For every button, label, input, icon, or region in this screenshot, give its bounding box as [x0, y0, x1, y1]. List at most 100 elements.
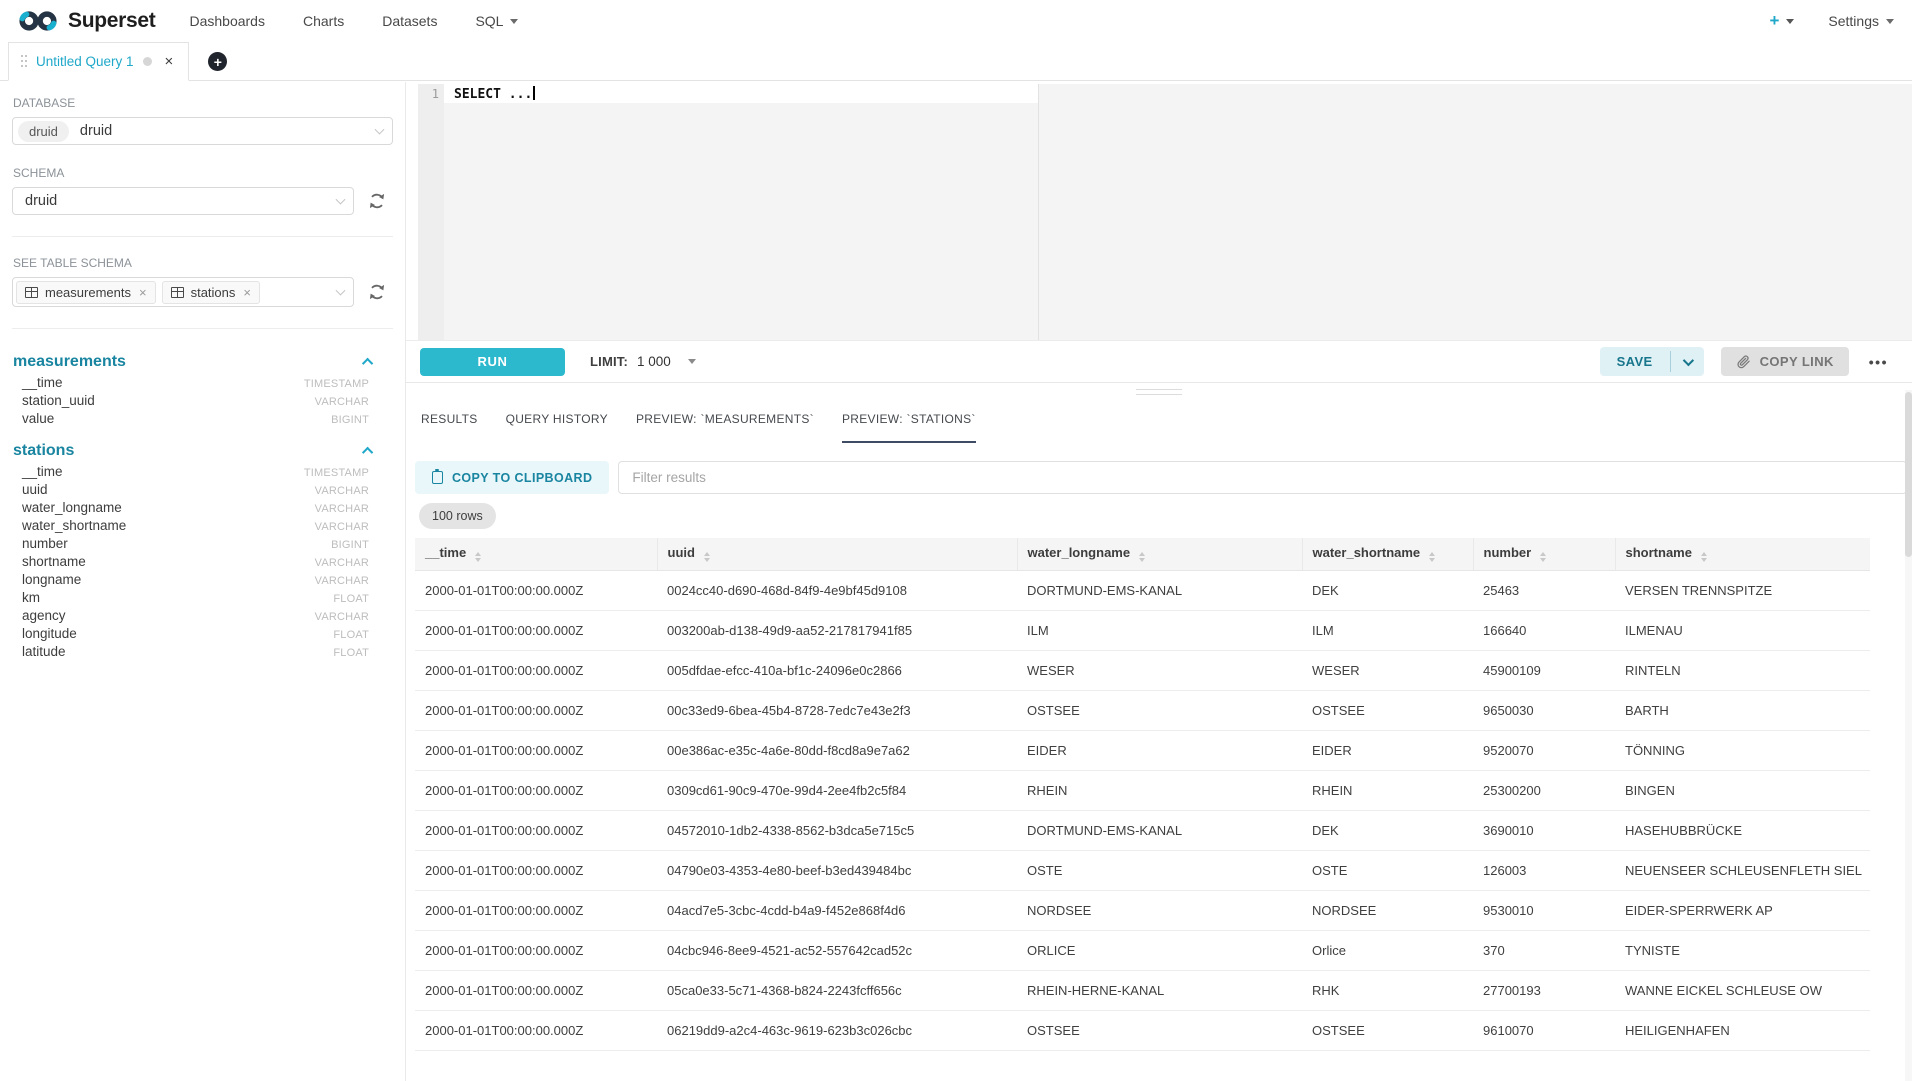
remove-tag-icon[interactable]: × [243, 285, 251, 300]
column-name: longitude [22, 626, 77, 641]
chevron-down-icon [1886, 19, 1894, 24]
refresh-tables-icon[interactable] [367, 282, 387, 302]
column-type: VARCHAR [315, 521, 369, 533]
more-options-icon[interactable]: ••• [1869, 354, 1888, 370]
sort-icon[interactable] [475, 552, 481, 562]
sort-icon[interactable] [1429, 552, 1435, 562]
editor-code-line[interactable]: SELECT ... [454, 86, 535, 102]
refresh-schema-icon[interactable] [367, 191, 387, 211]
sort-icon[interactable] [704, 552, 710, 562]
column-name: latitude [22, 644, 66, 659]
column-header-__time[interactable]: __time [415, 538, 657, 570]
limit-dropdown[interactable]: LIMIT: 1 000 [590, 354, 696, 369]
editor-gutter: 1 [418, 84, 444, 340]
table-cell: 2000-01-01T00:00:00.000Z [415, 650, 657, 690]
schema-table-measurements: measurements__timeTIMESTAMPstation_uuidV… [12, 353, 393, 429]
nav-item-label: Datasets [382, 13, 437, 29]
column-header-shortname[interactable]: shortname [1615, 538, 1870, 570]
results-tab[interactable]: RESULTS [421, 412, 478, 443]
sort-asc-icon [475, 552, 481, 556]
table-cell: DEK [1302, 570, 1473, 610]
table-row: 2000-01-01T00:00:00.000Z06219dd9-a2c4-46… [415, 1010, 1870, 1050]
limit-label: LIMIT: [590, 354, 628, 369]
column-name: agency [22, 608, 66, 623]
database-backend-tag: druid [18, 121, 69, 142]
drag-handle-icon[interactable] [21, 55, 27, 68]
save-options-button[interactable] [1671, 347, 1704, 376]
remove-tag-icon[interactable]: × [139, 285, 147, 300]
column-header-uuid[interactable]: uuid [657, 538, 1017, 570]
copy-to-clipboard-button[interactable]: COPY TO CLIPBOARD [415, 461, 609, 494]
schema-table-header[interactable]: measurements [12, 353, 393, 375]
schema-column-row: shortnameVARCHAR [12, 554, 393, 572]
scrollbar-thumb[interactable] [1905, 392, 1912, 557]
table-row: 2000-01-01T00:00:00.000Z00e386ac-e35c-4a… [415, 730, 1870, 770]
collapse-icon[interactable] [362, 447, 373, 458]
sort-icon[interactable] [1701, 552, 1707, 562]
schema-table-name: stations [13, 442, 74, 460]
column-header-label: number [1484, 545, 1532, 560]
table-cell: 2000-01-01T00:00:00.000Z [415, 930, 657, 970]
column-header-number[interactable]: number [1473, 538, 1615, 570]
schema-table-name: measurements [13, 353, 126, 371]
schema-table-stations: stations__timeTIMESTAMPuuidVARCHARwater_… [12, 442, 393, 662]
close-tab-icon[interactable]: × [165, 54, 174, 69]
sql-editor[interactable]: 1 SELECT ... [418, 84, 1912, 340]
copy-to-clipboard-label: COPY TO CLIPBOARD [452, 471, 592, 485]
nav-item-sql[interactable]: SQL [475, 13, 518, 29]
results-tab[interactable]: PREVIEW: `STATIONS` [842, 412, 976, 443]
table-tag-stations[interactable]: stations× [162, 281, 260, 304]
superset-logo[interactable]: Superset [16, 7, 155, 35]
schema-table-header[interactable]: stations [12, 442, 393, 464]
table-cell: 3690010 [1473, 810, 1615, 850]
table-multiselect[interactable]: measurements× stations× [12, 277, 354, 307]
copy-link-button[interactable]: COPY LINK [1721, 347, 1849, 376]
editor-toolbar: RUN LIMIT: 1 000 SAVE COPY LINK ••• [406, 340, 1912, 383]
sort-icon[interactable] [1540, 552, 1546, 562]
table-cell: 25463 [1473, 570, 1615, 610]
sidebar-divider [12, 328, 393, 329]
table-cell: BARTH [1615, 690, 1870, 730]
sort-asc-icon [1540, 552, 1546, 556]
table-cell: 9530010 [1473, 890, 1615, 930]
results-tab[interactable]: QUERY HISTORY [506, 412, 608, 443]
nav-item-charts[interactable]: Charts [303, 13, 344, 29]
column-header-label: uuid [668, 545, 695, 560]
column-type: BIGINT [331, 539, 369, 551]
table-cell: 2000-01-01T00:00:00.000Z [415, 1010, 657, 1050]
add-tab-button[interactable]: + [208, 52, 227, 71]
column-header-water_shortname[interactable]: water_shortname [1302, 538, 1473, 570]
table-cell: 9610070 [1473, 1010, 1615, 1050]
superset-infinity-icon [16, 7, 60, 35]
query-tabstrip: Untitled Query 1 × + [0, 42, 1912, 81]
column-header-water_longname[interactable]: water_longname [1017, 538, 1302, 570]
nav-item-datasets[interactable]: Datasets [382, 13, 437, 29]
collapse-icon[interactable] [362, 358, 373, 369]
sort-icon[interactable] [1139, 552, 1145, 562]
table-cell: RHEIN [1302, 770, 1473, 810]
save-button[interactable]: SAVE [1600, 347, 1670, 376]
vertical-scrollbar [1905, 390, 1912, 1081]
run-query-button[interactable]: RUN [420, 348, 565, 376]
settings-menu-button[interactable]: Settings [1828, 13, 1894, 29]
database-select[interactable]: druid druid [12, 117, 393, 145]
table-tag-measurements[interactable]: measurements× [16, 281, 156, 304]
table-cell: RHEIN-HERNE-KANAL [1017, 970, 1302, 1010]
table-cell: EIDER [1017, 730, 1302, 770]
sort-asc-icon [704, 552, 710, 556]
nav-item-dashboards[interactable]: Dashboards [189, 13, 265, 29]
query-tab-active[interactable]: Untitled Query 1 × [8, 42, 189, 81]
plus-icon: + [1769, 11, 1779, 31]
results-tab[interactable]: PREVIEW: `MEASUREMENTS` [636, 412, 814, 443]
database-label: DATABASE [13, 96, 393, 110]
column-header-label: water_shortname [1313, 545, 1421, 560]
new-menu-button[interactable]: + [1769, 11, 1794, 31]
resize-handle-icon[interactable] [1136, 389, 1182, 395]
filter-results-input[interactable] [618, 461, 1907, 494]
table-icon [171, 287, 184, 298]
table-cell: 2000-01-01T00:00:00.000Z [415, 810, 657, 850]
sort-desc-icon [1701, 558, 1707, 562]
schema-select[interactable]: druid [12, 187, 354, 215]
table-cell: 2000-01-01T00:00:00.000Z [415, 970, 657, 1010]
navbar-right: + Settings [1769, 11, 1894, 31]
